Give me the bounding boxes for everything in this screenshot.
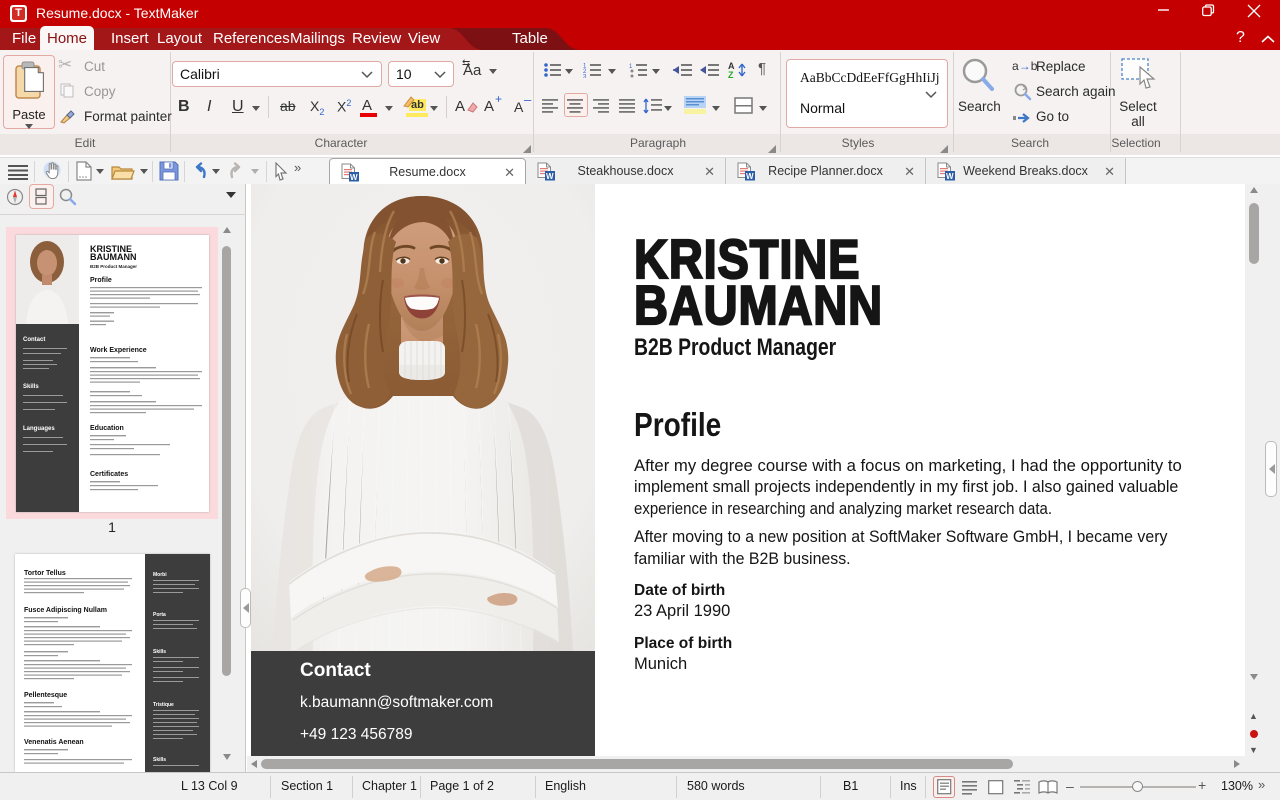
svg-text:Work Experience: Work Experience: [90, 347, 147, 354]
svg-text:Venenatis Aenean: Venenatis Aenean: [24, 739, 84, 746]
svg-text:1: 1: [629, 64, 633, 70]
svg-text:Fusce Adipiscing Nullam: Fusce Adipiscing Nullam: [24, 607, 107, 614]
svg-text:Z: Z: [728, 70, 734, 79]
svg-text:Pellentesque: Pellentesque: [24, 692, 67, 699]
svg-text:3: 3: [583, 75, 587, 79]
svg-text:Certificates: Certificates: [90, 471, 128, 478]
svg-text:Education: Education: [90, 425, 124, 432]
